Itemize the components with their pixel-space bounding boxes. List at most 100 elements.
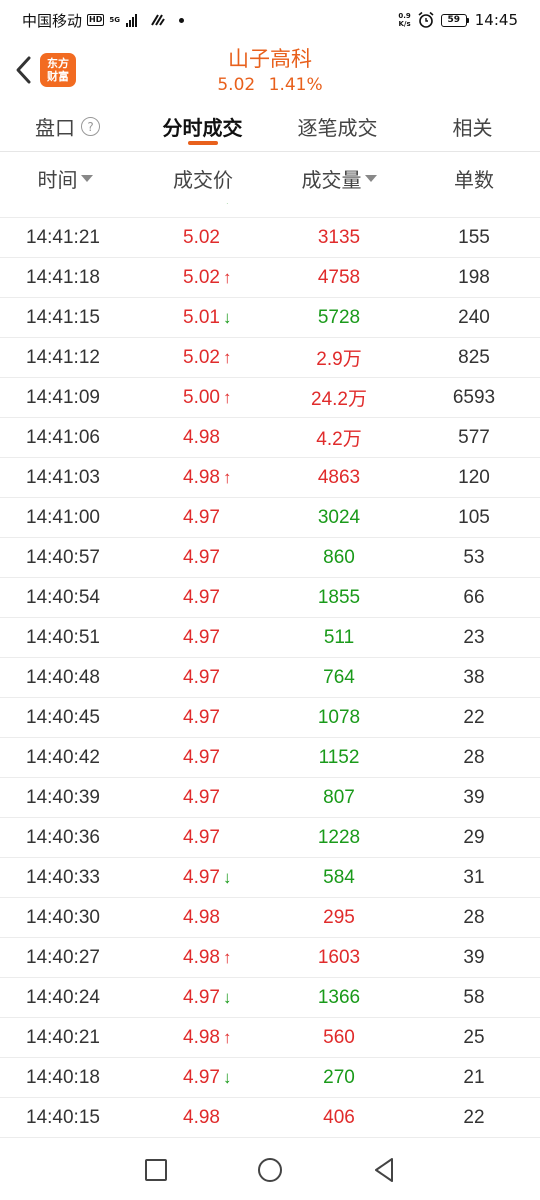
stock-change-percent: 1.41% [268, 75, 323, 95]
trade-price-cell: 4.97 ↓ [136, 867, 270, 889]
trade-price-cell: 4.97 ↓ [136, 987, 270, 1009]
tab-label: 逐笔成交 [297, 116, 378, 140]
status-right: 0.9 K/s 59 14:45 [398, 11, 518, 29]
column-header-price: 成交价 [136, 164, 270, 193]
arrow-up-icon: ↑ [222, 1027, 232, 1047]
trade-price: 4.97 [183, 986, 220, 1008]
table-row: 14:40:51 4.97 511 23 [0, 618, 540, 658]
trade-price: 4.98 [183, 906, 220, 928]
trade-time: 14:40:18 [26, 1066, 100, 1088]
trade-count: 23 [463, 626, 485, 648]
trade-price-cell: 4.97 [136, 547, 270, 569]
trade-time: 14:40:33 [26, 866, 100, 888]
trade-count: 28 [463, 906, 485, 928]
trade-price: 4.97 [183, 826, 220, 848]
trade-price: 4.97 [183, 626, 220, 648]
trade-price: 4.98 [183, 1106, 220, 1128]
stock-name: 山子高科 [228, 47, 312, 71]
trade-price-cell: 4.97 [136, 667, 270, 689]
table-row: 14:40:15 4.98 406 22 [0, 1098, 540, 1138]
trade-time: 14:40:48 [26, 666, 100, 688]
battery-icon: 59 [440, 13, 469, 27]
status-bar: 中国移动 HD 5G 0.9 K/s 59 14:45 [0, 0, 540, 40]
column-label: 时间 [37, 167, 78, 192]
trade-count: 825 [458, 346, 490, 368]
table-header: 时间 成交价 成交量 单数 [0, 153, 540, 203]
trade-time: 14:40:42 [26, 746, 100, 768]
tab-pankou[interactable]: 盘口 ? [0, 102, 135, 151]
hd-badge: HD [87, 14, 105, 26]
stock-price: 5.02 [217, 75, 256, 95]
trade-price: 4.97 [183, 666, 220, 688]
trade-price-cell: 5.02 [136, 227, 270, 249]
sort-down-icon [364, 174, 377, 182]
trade-price: 4.98 [183, 1026, 220, 1048]
trade-time: 14:41:21 [26, 226, 100, 248]
tab-tick-trades[interactable]: 逐笔成交 [270, 102, 405, 151]
trade-price-cell: 4.97 [136, 587, 270, 609]
trade-count: 105 [458, 506, 490, 528]
notification-dot-icon [178, 17, 184, 23]
trade-volume: 1366 [317, 986, 361, 1008]
arrow-up-icon: ↑ [222, 947, 232, 967]
table-row: 14:40:21 4.98 ↑ 560 25 [0, 1018, 540, 1058]
trade-time: 14:40:45 [26, 706, 100, 728]
tab-label: 盘口 [35, 116, 75, 140]
trade-volume: 406 [323, 1106, 355, 1128]
trade-count: 6593 [452, 386, 496, 408]
arrow-up-icon: ↑ [222, 467, 232, 487]
column-header-volume[interactable]: 成交量 [270, 164, 408, 193]
tab-label: 相关 [452, 116, 493, 140]
trade-price: 4.97 [183, 586, 220, 608]
trade-count: 38 [463, 666, 485, 688]
trade-price: 4.97 [183, 546, 220, 568]
trade-list[interactable]: 14:41:245.01↓541325414:41:215.0231351551… [0, 178, 540, 1140]
trade-count: 31 [463, 866, 485, 888]
trade-time: 14:40:21 [26, 1026, 100, 1048]
trade-price-cell: 4.97 [136, 747, 270, 769]
trade-count: 240 [458, 306, 490, 328]
trade-time: 14:41:12 [26, 346, 100, 368]
trade-price-cell: 4.98 ↑ [136, 467, 270, 489]
trade-count: 21 [463, 1066, 485, 1088]
column-label: 单数 [454, 167, 494, 192]
trade-volume: 560 [323, 1026, 355, 1048]
table-row: 14:40:30 4.98 295 28 [0, 898, 540, 938]
trade-count: 29 [463, 826, 485, 848]
column-header-time[interactable]: 时间 [0, 164, 136, 193]
trade-volume: 3024 [317, 506, 361, 528]
signal-indicator: 5G [109, 16, 120, 24]
recent-apps-button[interactable] [145, 1159, 168, 1181]
tab-time-sharing-trades[interactable]: 分时成交 [135, 102, 270, 151]
trade-volume: 1603 [317, 946, 361, 968]
trade-count: 66 [463, 586, 485, 608]
table-row: 14:41:18 5.02 ↑ 4758 198 [0, 258, 540, 298]
carrier-label: 中国移动 [22, 11, 83, 30]
trade-count: 25 [463, 1026, 485, 1048]
trade-price: 4.97 [183, 866, 220, 888]
trade-count: 120 [458, 466, 490, 488]
trade-time: 14:40:30 [26, 906, 100, 928]
help-icon[interactable]: ? [81, 117, 100, 136]
speed-value: 0.9 [398, 12, 411, 20]
network-type: 5G [109, 16, 120, 24]
back-triangle-icon[interactable] [373, 1157, 395, 1183]
home-button[interactable] [257, 1158, 282, 1182]
trade-time: 14:41:00 [26, 506, 100, 528]
table-row: 14:40:39 4.97 807 39 [0, 778, 540, 818]
tab-related[interactable]: 相关 [405, 102, 540, 151]
trade-time: 14:40:36 [26, 826, 100, 848]
trade-price: 4.97 [183, 786, 220, 808]
stock-header: 东方 财富 山子高科 5.02 1.41% [0, 40, 540, 102]
table-row: 14:41:06 4.98 4.2万 577 [0, 418, 540, 458]
trade-volume: 1855 [317, 586, 361, 608]
trade-time: 14:40:27 [26, 946, 100, 968]
network-speed: 0.9 K/s [398, 12, 410, 28]
trade-volume: 295 [323, 906, 355, 928]
trade-volume: 860 [323, 546, 355, 568]
column-label: 成交价 [173, 167, 233, 192]
trade-volume: 2.9万 [316, 349, 362, 370]
arrow-up-icon: ↑ [222, 387, 232, 407]
table-row: 14:40:48 4.97 764 38 [0, 658, 540, 698]
tab-label: 分时成交 [162, 116, 243, 140]
